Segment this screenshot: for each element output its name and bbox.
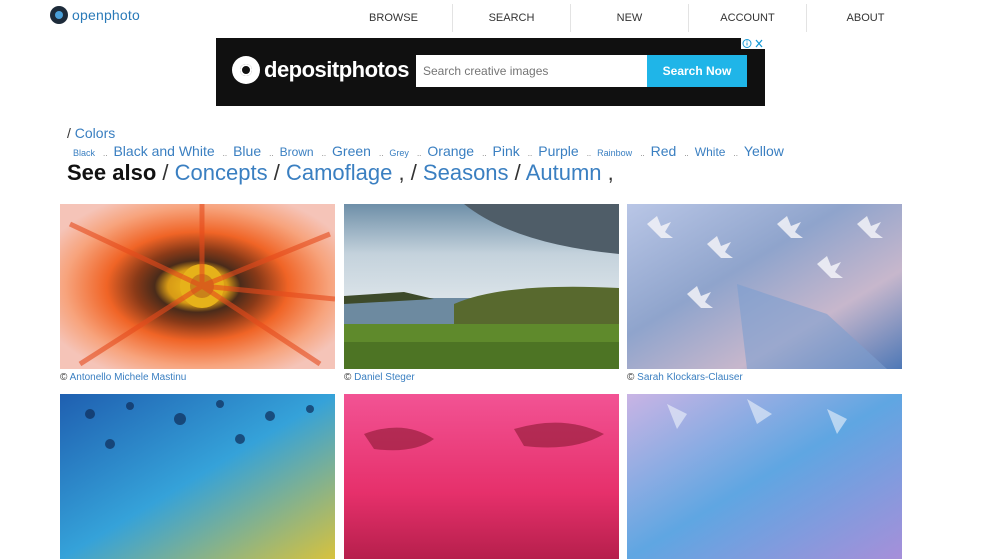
nav-about[interactable]: ABOUT — [807, 4, 924, 32]
credit-author-link[interactable]: Antonello Michele Mastinu — [70, 372, 187, 383]
see-also-concepts[interactable]: Concepts — [175, 160, 268, 185]
photo-droplets[interactable] — [60, 394, 335, 559]
color-tag-yellow[interactable]: Yellow — [744, 143, 784, 159]
photo-frost[interactable] — [627, 204, 902, 369]
photo-flower[interactable] — [60, 204, 335, 369]
main-nav: BROWSE SEARCH NEW ACCOUNT ABOUT — [335, 4, 924, 32]
color-tag-purple[interactable]: Purple — [538, 143, 578, 159]
see-also: See also / Concepts / Camoflage , / Seas… — [67, 160, 614, 185]
photo-card[interactable] — [344, 394, 619, 559]
color-separator: .. — [222, 149, 228, 158]
logo-icon — [50, 6, 68, 24]
ad-banner[interactable]: depositphotos Search Now — [216, 38, 765, 106]
color-tags: Black.. Black and White.. Blue.. Brown.. Gre… — [73, 143, 790, 159]
breadcrumb: / Colors — [67, 125, 115, 141]
color-separator: .. — [733, 149, 738, 158]
see-also-autumn[interactable]: Autumn — [526, 160, 602, 185]
photo-card[interactable]: © Antonello Michele Mastinu — [60, 204, 335, 383]
camera-icon — [232, 56, 260, 84]
photo-card[interactable] — [627, 394, 902, 559]
color-tag-pink[interactable]: Pink — [493, 143, 520, 159]
color-separator: .. — [527, 149, 533, 158]
photo-crystals[interactable] — [627, 394, 902, 559]
ad-logo: depositphotos — [232, 56, 410, 84]
credit-author-link[interactable]: Daniel Steger — [354, 372, 415, 383]
color-separator: .. — [103, 149, 108, 158]
photo-credit: © Sarah Klockars-Clauser — [627, 372, 743, 383]
nav-browse[interactable]: BROWSE — [335, 4, 453, 32]
color-tag-green[interactable]: Green — [332, 143, 371, 159]
see-also-seasons[interactable]: Seasons — [423, 160, 509, 185]
photo-landscape[interactable] — [344, 204, 619, 369]
color-tag-brown[interactable]: Brown — [280, 145, 314, 159]
photo-credit: © Daniel Steger — [344, 372, 415, 383]
ad-search-input[interactable] — [416, 55, 647, 87]
see-also-camoflage[interactable]: Camoflage — [286, 160, 392, 185]
ad-search-button[interactable]: Search Now — [647, 55, 747, 87]
color-separator: .. — [640, 149, 645, 158]
color-tag-black[interactable]: Black — [73, 148, 95, 158]
nav-search[interactable]: SEARCH — [453, 4, 571, 32]
color-tag-rainbow[interactable]: Rainbow — [597, 148, 632, 158]
color-tag-grey[interactable]: Grey — [389, 148, 409, 158]
credit-author-link[interactable]: Sarah Klockars-Clauser — [637, 372, 743, 383]
color-separator: .. — [586, 149, 592, 158]
color-separator: .. — [482, 149, 487, 158]
photo-card[interactable] — [60, 394, 335, 559]
color-tag-blue[interactable]: Blue — [233, 143, 261, 159]
logo-text: openphoto — [72, 7, 140, 23]
color-tag-red[interactable]: Red — [651, 143, 677, 159]
see-also-label: See also — [67, 160, 157, 185]
nav-new[interactable]: NEW — [571, 4, 689, 32]
color-separator: .. — [321, 149, 327, 158]
breadcrumb-sep: / — [67, 125, 71, 141]
site-header: openphoto BROWSE SEARCH NEW ACCOUNT ABOU… — [0, 0, 990, 36]
color-tag-black-and-white[interactable]: Black and White — [113, 143, 214, 159]
color-separator: .. — [378, 149, 384, 158]
breadcrumb-colors[interactable]: Colors — [75, 125, 115, 141]
photo-card[interactable]: © Daniel Steger — [344, 204, 619, 383]
color-separator: .. — [416, 149, 422, 158]
site-logo[interactable]: openphoto — [50, 6, 140, 24]
color-tag-white[interactable]: White — [695, 145, 726, 159]
color-tag-orange[interactable]: Orange — [427, 143, 474, 159]
ad-info-icon[interactable] — [741, 38, 765, 49]
photo-pink-sky[interactable] — [344, 394, 619, 559]
photo-credit: © Antonello Michele Mastinu — [60, 372, 187, 383]
color-separator: .. — [269, 149, 274, 158]
color-separator: .. — [684, 149, 689, 158]
nav-account[interactable]: ACCOUNT — [689, 4, 807, 32]
photo-card[interactable]: © Sarah Klockars-Clauser — [627, 204, 902, 383]
ad-brand: depositphotos — [264, 57, 410, 82]
